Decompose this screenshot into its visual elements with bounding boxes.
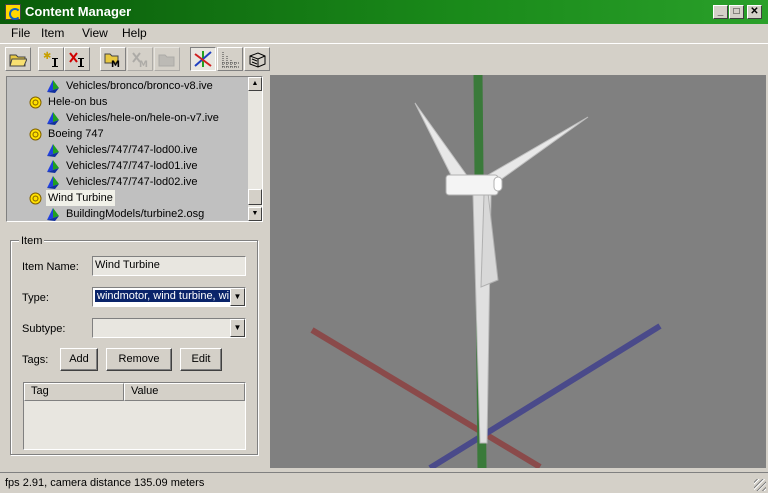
- scroll-up-button[interactable]: ▲: [248, 77, 262, 91]
- box-icon: [249, 52, 266, 68]
- menu-file[interactable]: File: [11, 26, 30, 40]
- folder-disabled-button[interactable]: [154, 47, 180, 71]
- item-group-title: Item: [19, 235, 45, 247]
- add-model-icon: M: [104, 53, 120, 68]
- item-circle-icon: [29, 192, 42, 205]
- scroll-down-button[interactable]: ▼: [248, 207, 262, 221]
- tags-table[interactable]: Tag Value: [23, 382, 246, 450]
- box-toggle[interactable]: [244, 47, 270, 71]
- subtype-label: Subtype:: [22, 323, 66, 335]
- model-pyramid-icon: [47, 144, 59, 157]
- tree-node-label: Vehicles/hele-on/hele-on-v7.ive: [66, 112, 219, 124]
- tree-node-label: Wind Turbine: [46, 190, 115, 206]
- item-name-label: Item Name:: [22, 261, 79, 273]
- status-text: fps 2.91, camera distance 135.09 meters: [5, 477, 205, 489]
- subtype-dropdown-arrow-icon[interactable]: ▼: [230, 319, 245, 337]
- svg-text:M: M: [139, 60, 148, 68]
- 3d-viewport[interactable]: [270, 75, 766, 468]
- item-circle-icon: [29, 96, 42, 109]
- turbine-nacelle: [445, 174, 499, 196]
- item-circle-icon: [29, 128, 42, 141]
- menu-item[interactable]: Item: [41, 26, 64, 40]
- menu-bar: File Item View Help: [0, 24, 768, 43]
- maximize-button[interactable]: □: [729, 5, 744, 19]
- x-axis-line: [310, 327, 542, 468]
- open-folder-button[interactable]: [5, 47, 31, 71]
- tag-column-header[interactable]: Tag: [24, 383, 124, 401]
- delete-item-icon: [69, 52, 84, 67]
- subtype-combobox[interactable]: ▼: [92, 318, 246, 338]
- app-icon: [5, 4, 21, 20]
- menu-help[interactable]: Help: [122, 26, 147, 40]
- resize-grip-icon[interactable]: [754, 479, 766, 491]
- remove-model-icon: M: [132, 52, 148, 68]
- menu-view[interactable]: View: [82, 26, 108, 40]
- toolbar: ✱ M M: [0, 43, 768, 72]
- value-column-header[interactable]: Value: [124, 383, 245, 401]
- axes-toggle[interactable]: [190, 47, 216, 71]
- type-label: Type:: [22, 292, 49, 304]
- new-item-icon: ✱: [43, 51, 58, 67]
- model-pyramid-icon: [47, 176, 59, 189]
- remove-model-button[interactable]: M: [127, 47, 153, 71]
- add-tag-button[interactable]: Add: [60, 348, 98, 371]
- tree-node-label: Vehicles/747/747-lod01.ive: [66, 160, 198, 172]
- title-bar: Content Manager _ □ ✕: [0, 0, 768, 24]
- model-pyramid-icon: [47, 208, 59, 221]
- y-axis-line: [428, 323, 662, 468]
- tree-node-label: Hele-on bus: [48, 96, 108, 108]
- svg-text:M: M: [111, 60, 120, 68]
- tags-label: Tags:: [22, 354, 49, 366]
- delete-item-button[interactable]: [64, 47, 90, 71]
- minimize-button[interactable]: _: [713, 5, 728, 19]
- grid-icon: [222, 52, 239, 68]
- tree-scrollbar[interactable]: ▲ ▼: [248, 77, 262, 221]
- close-button[interactable]: ✕: [747, 5, 762, 19]
- viewport-scene: [310, 75, 662, 468]
- tree-node-label: Vehicles/747/747-lod02.ive: [66, 176, 198, 188]
- tree-node-label: BuildingModels/turbine2.osg: [66, 208, 205, 220]
- item-tree[interactable]: Vehicles/bronco/bronco-v8.ive Hele-on bus…: [6, 76, 263, 222]
- item-name-field[interactable]: Wind Turbine: [92, 256, 246, 276]
- edit-tag-button[interactable]: Edit: [180, 348, 222, 371]
- folder-disabled-icon: [158, 54, 175, 67]
- scroll-thumb[interactable]: [248, 189, 262, 205]
- tree-node-label: Boeing 747: [48, 128, 104, 140]
- add-model-button[interactable]: M: [100, 47, 126, 71]
- status-bar: fps 2.91, camera distance 135.09 meters: [0, 472, 768, 493]
- axes-icon: [194, 51, 212, 67]
- type-combobox-value: windmotor, wind turbine, wi: [95, 290, 232, 302]
- window-title: Content Manager: [25, 4, 132, 19]
- tree-node-label: Vehicles/747/747-lod00.ive: [66, 144, 198, 156]
- svg-text:✱: ✱: [43, 51, 51, 62]
- tree-node-label: Vehicles/bronco/bronco-v8.ive: [66, 80, 213, 92]
- model-pyramid-icon: [47, 80, 59, 93]
- type-dropdown-arrow-icon[interactable]: ▼: [230, 288, 245, 306]
- new-item-button[interactable]: ✱: [38, 47, 64, 71]
- turbine-blade-3: [480, 192, 499, 288]
- grid-toggle[interactable]: [217, 47, 243, 71]
- turbine-blade-1: [414, 102, 469, 184]
- type-combobox[interactable]: windmotor, wind turbine, wi ▼: [92, 287, 246, 307]
- turbine-hub: [493, 176, 503, 192]
- turbine-blade-2: [487, 116, 589, 184]
- open-folder-icon: [9, 54, 27, 67]
- model-pyramid-icon: [47, 160, 59, 173]
- remove-tag-button[interactable]: Remove: [106, 348, 172, 371]
- model-pyramid-icon: [47, 112, 59, 125]
